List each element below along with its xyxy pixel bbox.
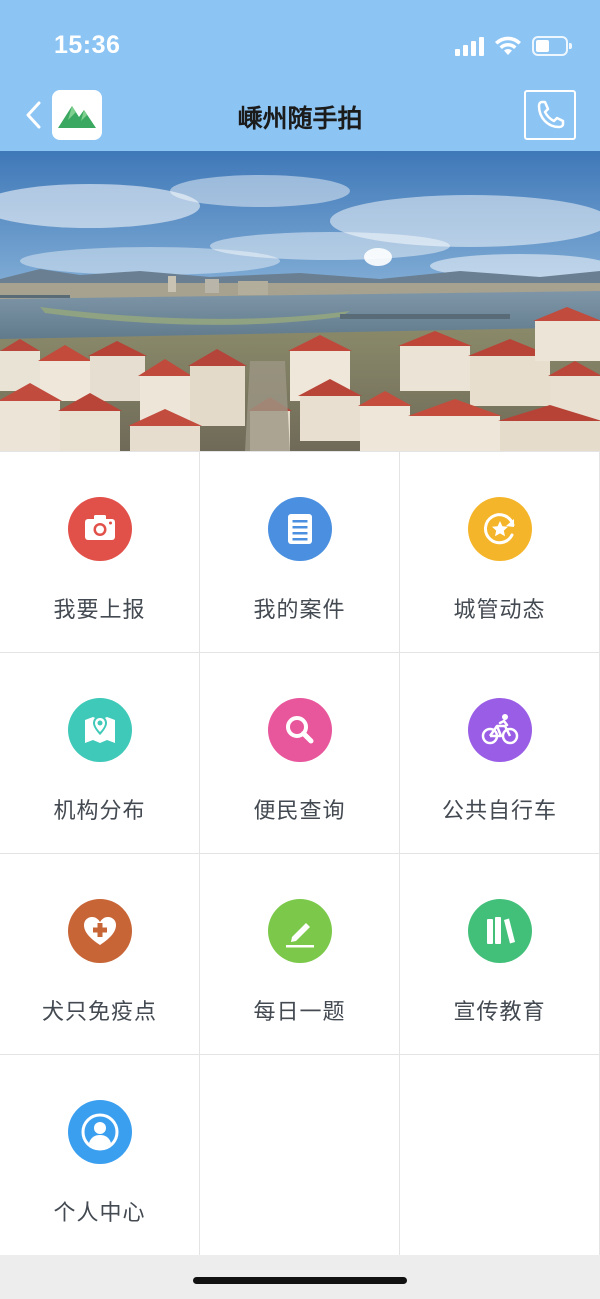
grid-item-daily-question[interactable]: 每日一题 [200, 854, 400, 1055]
grid-item-report[interactable]: 我要上报 [0, 452, 200, 653]
status-icons [455, 36, 572, 56]
nav-bar: 嵊州随手拍 [0, 88, 600, 151]
document-list-icon [268, 497, 332, 561]
map-pin-icon [68, 698, 132, 762]
grid-item-dog-vaccine[interactable]: 犬只免疫点 [0, 854, 200, 1055]
grid-item-label: 我要上报 [53, 598, 146, 623]
search-icon [268, 698, 332, 762]
grid-empty-cell [200, 1055, 400, 1256]
banner-image [0, 151, 600, 451]
signal-icon [455, 36, 484, 56]
phone-button[interactable] [524, 90, 576, 140]
function-grid: 我要上报 我的案件 城管动态 机构分布 便民查询 公共自行车 犬只免疫点 每日一… [0, 451, 600, 1256]
grid-item-label: 犬只免疫点 [41, 1000, 157, 1025]
home-indicator-bar [0, 1255, 600, 1299]
grid-item-label: 个人中心 [53, 1201, 146, 1226]
top-header: 15:36 嵊州随手拍 [0, 0, 600, 151]
books-icon [468, 899, 532, 963]
star-refresh-icon [468, 497, 532, 561]
status-bar: 15:36 [0, 0, 600, 88]
phone-icon [537, 100, 565, 129]
wifi-icon [495, 36, 521, 55]
camera-icon [68, 497, 132, 561]
grid-item-label: 每日一题 [253, 1000, 346, 1025]
bicycle-icon [468, 698, 532, 762]
grid-item-label: 便民查询 [253, 799, 346, 824]
battery-icon [532, 36, 572, 56]
home-indicator[interactable] [193, 1277, 407, 1284]
grid-item-my-cases[interactable]: 我的案件 [200, 452, 400, 653]
grid-item-personal-center[interactable]: 个人中心 [0, 1055, 200, 1256]
pen-icon [268, 899, 332, 963]
page-title: 嵊州随手拍 [237, 104, 363, 133]
grid-item-label: 公共自行车 [441, 799, 557, 824]
user-icon [68, 1100, 132, 1164]
grid-item-news[interactable]: 城管动态 [400, 452, 600, 653]
grid-item-label: 机构分布 [53, 799, 146, 824]
grid-item-label: 我的案件 [253, 598, 346, 623]
grid-item-label: 宣传教育 [453, 1000, 546, 1025]
grid-item-institutions[interactable]: 机构分布 [0, 653, 200, 854]
grid-item-education[interactable]: 宣传教育 [400, 854, 600, 1055]
heart-cross-icon [68, 899, 132, 963]
grid-item-public-bicycle[interactable]: 公共自行车 [400, 653, 600, 854]
grid-item-public-query[interactable]: 便民查询 [200, 653, 400, 854]
status-time: 15:36 [54, 31, 121, 59]
grid-item-label: 城管动态 [453, 598, 546, 623]
grid-empty-cell [400, 1055, 600, 1256]
